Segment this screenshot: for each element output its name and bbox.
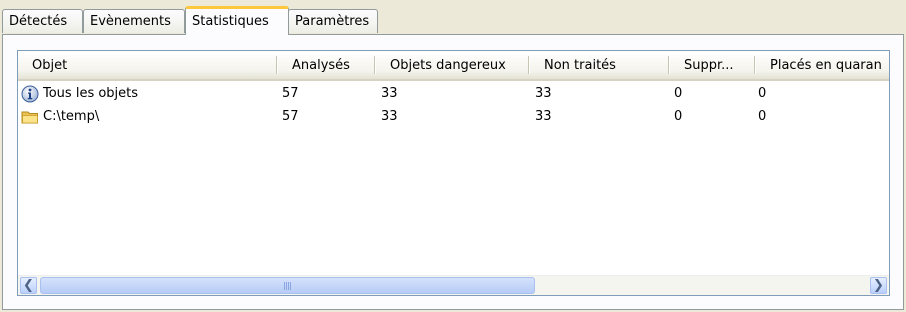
tab-label: Détectés xyxy=(9,14,68,29)
tab-label: Evènements xyxy=(90,14,171,29)
tab-label: Paramètres xyxy=(295,14,370,29)
table-row[interactable]: Tous les objets 57 33 33 0 0 xyxy=(18,82,889,106)
cell-objets-dangereux: 33 xyxy=(381,86,398,101)
column-header-quarantaine[interactable]: Placés en quaran xyxy=(762,51,889,79)
list-header: Objet Analysés Objets dangereux Non trai… xyxy=(18,51,889,81)
cell-supprimes: 0 xyxy=(674,109,683,124)
grip-icon xyxy=(283,282,292,290)
cell-objets-dangereux: 33 xyxy=(381,109,398,124)
column-divider[interactable] xyxy=(754,56,755,74)
statistics-list[interactable]: Objet Analysés Objets dangereux Non trai… xyxy=(17,50,890,296)
info-icon xyxy=(21,85,39,103)
cell-analyses: 57 xyxy=(282,109,299,124)
cell-supprimes: 0 xyxy=(674,86,683,101)
column-divider[interactable] xyxy=(276,56,277,74)
tab-label: Statistiques xyxy=(192,14,269,29)
column-header-analyses[interactable]: Analysés xyxy=(284,51,374,79)
cell-non-traites: 33 xyxy=(535,109,552,124)
table-row[interactable]: C:\temp\ 57 33 33 0 0 xyxy=(18,105,889,129)
column-divider[interactable] xyxy=(668,56,669,74)
objet-label: Tous les objets xyxy=(43,86,139,101)
scrollbar-thumb[interactable] xyxy=(40,277,535,294)
tab-evenements[interactable]: Evènements xyxy=(83,9,185,33)
scroll-right-button[interactable]: ❯ xyxy=(870,277,887,294)
column-divider[interactable] xyxy=(528,56,529,74)
scroll-left-button[interactable]: ❮ xyxy=(20,277,37,294)
tab-parametres[interactable]: Paramètres xyxy=(288,9,378,33)
cell-quarantaine: 0 xyxy=(758,109,767,124)
chevron-right-icon: ❯ xyxy=(873,278,884,293)
cell-non-traites: 33 xyxy=(535,86,552,101)
cell-quarantaine: 0 xyxy=(758,86,767,101)
column-divider[interactable] xyxy=(374,56,375,74)
cell-objet: Tous les objets xyxy=(21,82,138,106)
tab-detectes[interactable]: Détectés xyxy=(2,9,83,33)
objet-label: C:\temp\ xyxy=(43,109,100,124)
cell-analyses: 57 xyxy=(282,86,299,101)
folder-icon xyxy=(21,111,38,124)
cell-objet: C:\temp\ xyxy=(21,105,99,129)
column-header-objets-dangereux[interactable]: Objets dangereux xyxy=(382,51,528,79)
chevron-left-icon: ❮ xyxy=(23,278,34,293)
horizontal-scrollbar[interactable]: ❮ ❯ xyxy=(18,275,889,295)
column-header-supprimes[interactable]: Suppr... xyxy=(676,51,754,79)
column-header-non-traites[interactable]: Non traités xyxy=(536,51,666,79)
tab-statistiques[interactable]: Statistiques xyxy=(185,6,289,35)
column-header-objet[interactable]: Objet xyxy=(24,51,274,79)
